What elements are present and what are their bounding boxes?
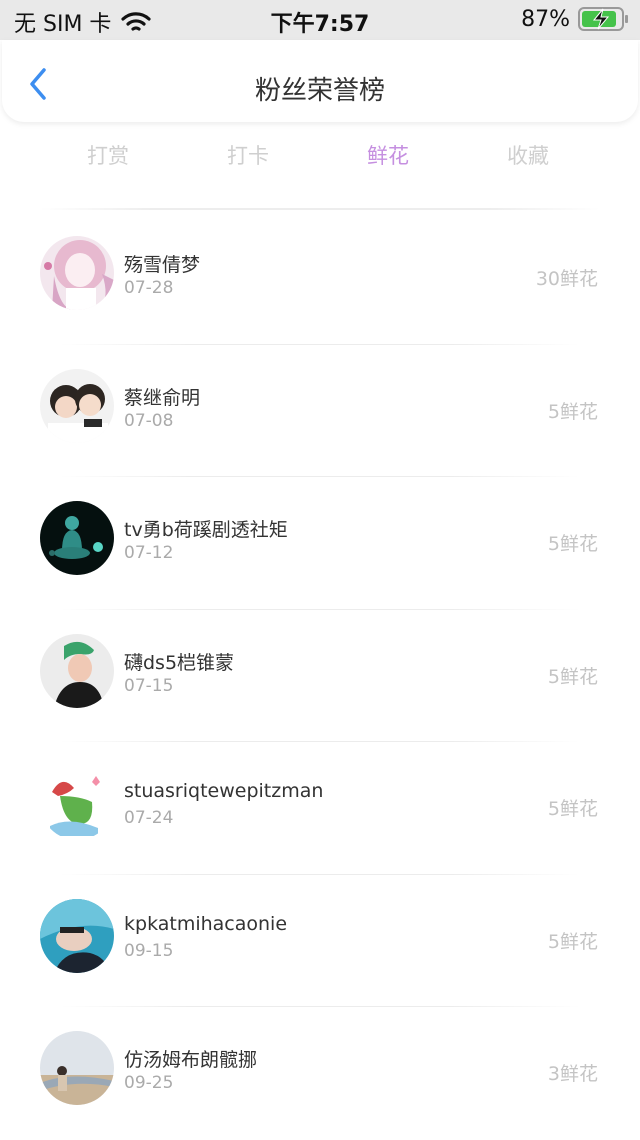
tab-bar: 打赏 打卡 鲜花 收藏 — [38, 140, 598, 176]
fan-name: 仿汤姆布朗髋挪 — [124, 1049, 258, 1071]
fan-name: 礴ds5桤锥蒙 — [124, 651, 235, 674]
battery-percent: 87% — [521, 6, 570, 32]
fan-date: 07-12 — [124, 543, 174, 563]
fan-name: 蔡继俞明 — [124, 386, 201, 409]
tab-flowers[interactable]: 鲜花 — [318, 140, 458, 176]
flower-count: 5鲜花 — [547, 665, 598, 688]
avatar — [40, 236, 114, 310]
list-item[interactable]: 蔡继俞明 07-08 5鲜花 — [0, 345, 640, 477]
list-item[interactable]: kpkatmihacaonie 09-15 5鲜花 — [0, 875, 640, 1007]
avatar — [40, 1031, 114, 1105]
fan-date: 07-15 — [124, 675, 174, 696]
fan-date: 07-28 — [124, 278, 174, 298]
fan-list: 殇雪倩梦 07-28 30鲜花 蔡继俞明 07-08 5鲜花 tv勇b荷蹊剧透社… — [0, 212, 640, 1140]
divider — [40, 208, 600, 210]
flower-count: 3鲜花 — [547, 1063, 598, 1085]
fan-name: tv勇b荷蹊剧透社矩 — [124, 519, 288, 541]
avatar — [40, 501, 114, 575]
tab-checkin[interactable]: 打卡 — [178, 140, 318, 176]
status-bar-right: 87% — [521, 6, 630, 32]
avatar — [40, 368, 114, 443]
flower-count: 30鲜花 — [535, 268, 598, 290]
tab-reward[interactable]: 打赏 — [38, 140, 178, 176]
fan-name: stuasriqtewepitzman — [124, 780, 324, 802]
navigation-bar: 粉丝荣誉榜 — [2, 40, 638, 122]
fan-date: 07-24 — [124, 808, 174, 828]
list-item[interactable]: stuasriqtewepitzman 07-24 5鲜花 — [0, 742, 640, 875]
fan-date: 09-15 — [124, 940, 174, 961]
flower-count: 5鲜花 — [547, 930, 598, 953]
avatar — [40, 766, 114, 840]
tab-favorites[interactable]: 收藏 — [458, 140, 598, 176]
page-title: 粉丝荣誉榜 — [254, 76, 385, 106]
flower-count: 5鲜花 — [547, 400, 598, 423]
avatar — [40, 898, 114, 973]
list-item[interactable]: 礴ds5桤锥蒙 07-15 5鲜花 — [0, 610, 640, 742]
flower-count: 5鲜花 — [547, 798, 598, 820]
status-bar: 无 SIM 卡 下午7:57 87% — [0, 0, 640, 40]
fan-name: kpkatmihacaonie — [124, 912, 288, 935]
list-item[interactable]: 仿汤姆布朗髋挪 09-25 3鲜花 — [0, 1007, 640, 1140]
list-item[interactable]: tv勇b荷蹊剧透社矩 07-12 5鲜花 — [0, 477, 640, 610]
fan-date: 09-25 — [124, 1073, 174, 1093]
list-item[interactable]: 殇雪倩梦 07-28 30鲜花 — [0, 212, 640, 345]
battery-charging-icon — [578, 7, 628, 31]
avatar — [40, 633, 114, 708]
flower-count: 5鲜花 — [547, 533, 598, 555]
fan-name: 殇雪倩梦 — [124, 254, 201, 276]
fan-date: 07-08 — [124, 410, 174, 431]
